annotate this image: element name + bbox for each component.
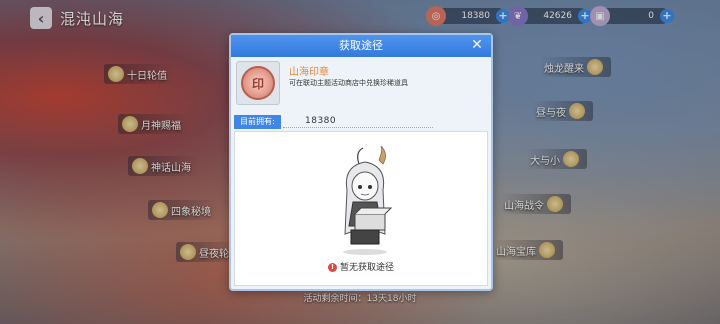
acquire-route-dialog: 获取途径 ✕ 印 山海印章 可在联动主题活动商店中兑换珍稀道具 目前拥有: 18… [229,33,493,291]
item-name: 山海印章 [289,67,329,78]
empty-mascot-icon [343,145,393,255]
owned-value: 18380 [305,116,337,126]
route-list-area: ! 暂无获取途径 [234,131,488,286]
dialog-header: 获取途径 ✕ [231,35,491,57]
item-info: 印 山海印章 可在联动主题活动商店中兑换珍稀道具 [231,57,491,115]
owned-row: 目前拥有: 18380 [231,115,491,131]
empty-message: ! 暂无获取途径 [235,260,487,273]
empty-text: 暂无获取途径 [339,263,394,273]
warning-icon: ! [327,263,337,272]
dialog-title: 获取途径 [339,39,383,52]
item-thumbnail: 印 [236,61,280,105]
owned-label: 目前拥有: [234,115,281,129]
seal-icon: 印 [241,66,275,100]
item-description: 可在联动主题活动商店中兑换珍稀道具 [289,79,408,87]
close-button[interactable]: ✕ [469,37,485,53]
divider [283,127,433,128]
